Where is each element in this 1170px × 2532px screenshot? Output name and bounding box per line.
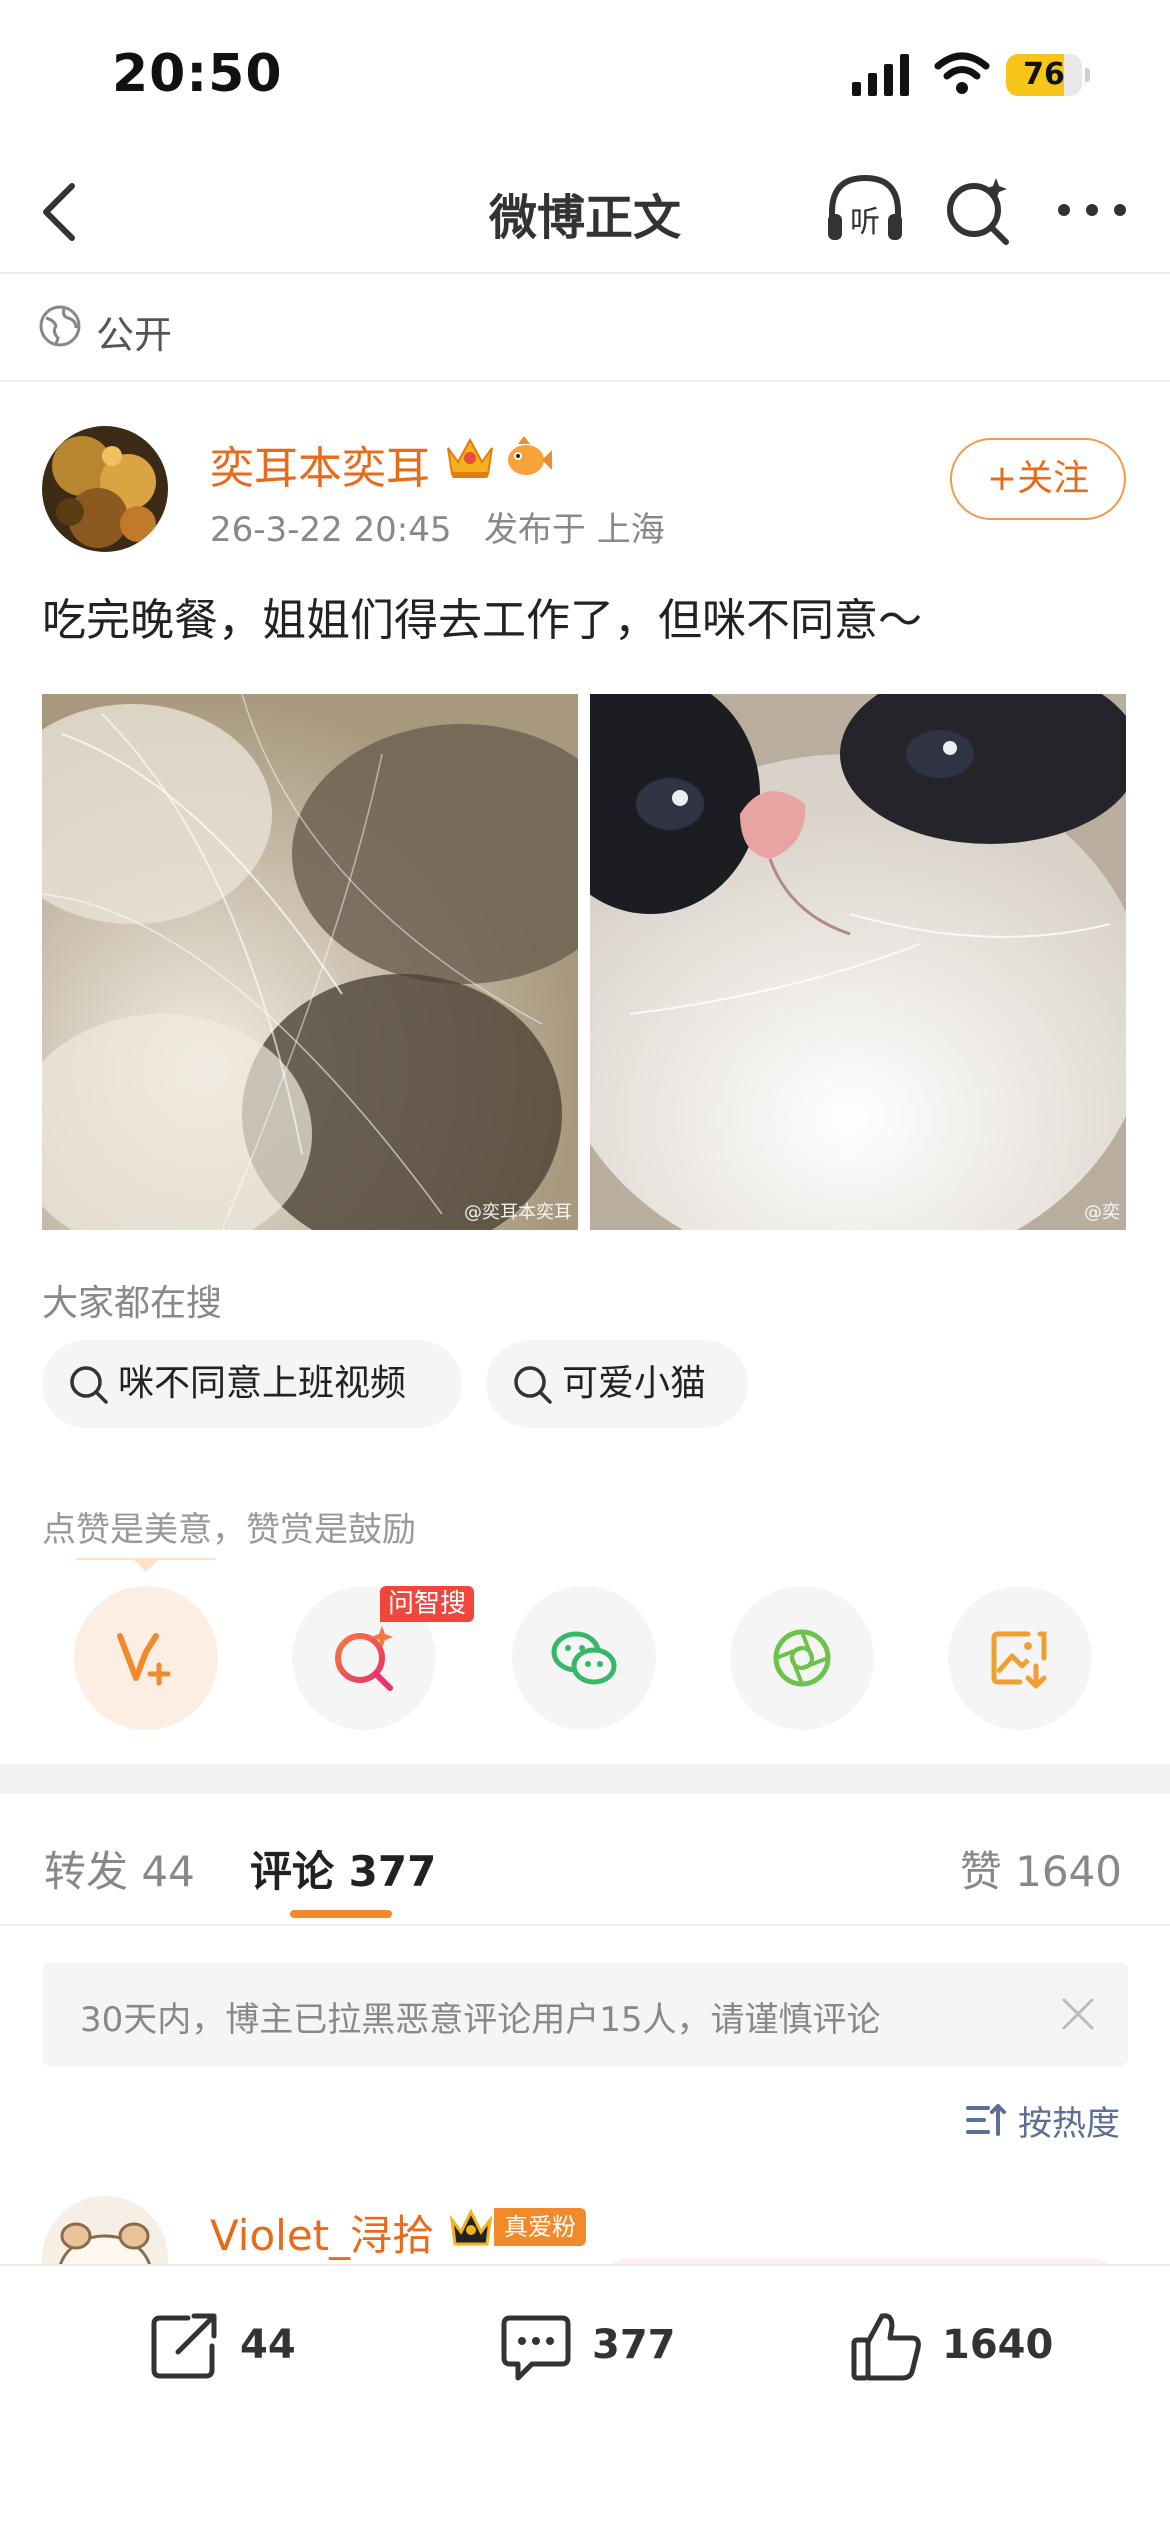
status-time: 20:50	[112, 44, 283, 104]
post-meta: 26-3-22 20:45 发布于 上海	[210, 502, 665, 551]
sort-label: 按热度	[1018, 2104, 1120, 2144]
visibility-row: 公开	[0, 274, 1170, 382]
page-title: 微博正文	[488, 190, 681, 246]
sort-icon	[966, 2104, 1006, 2136]
follow-button[interactable]: +关注	[950, 438, 1126, 520]
save-image-button[interactable]	[948, 1586, 1092, 1730]
author-name[interactable]: 奕耳本奕耳	[210, 432, 430, 496]
reward-icon	[117, 1633, 171, 1686]
fish-badge-icon	[508, 436, 552, 475]
comment-icon	[501, 2315, 571, 2381]
search-icon[interactable]	[942, 172, 1014, 248]
repost-count: 44	[240, 2322, 296, 2368]
comment-username[interactable]: Violet_浔拾	[210, 2202, 434, 2263]
battery-level: 76	[1023, 57, 1065, 92]
support-text: 点赞是美意，赞赏是鼓励	[42, 1510, 416, 1550]
post-text: 吃完晚餐，姐姐们得去工作了，但咪不同意～	[42, 595, 922, 646]
thumbs-up-icon	[851, 2313, 921, 2381]
trending-chip-label: 咪不同意上班视频	[118, 1363, 407, 1404]
visibility-label: 公开	[96, 313, 173, 357]
tab-comments[interactable]: 评论 377	[250, 1838, 436, 1899]
trending-chip[interactable]: 咪不同意上班视频	[42, 1340, 462, 1428]
wechat-icon	[551, 1631, 617, 1685]
image-watermark: @奕耳本奕耳	[464, 1202, 572, 1223]
battery-indicator: 76	[1006, 54, 1090, 96]
support-pointer	[132, 1558, 160, 1572]
status-bar: 20:50 76	[0, 0, 1170, 150]
image-watermark: @奕	[1084, 1202, 1120, 1223]
post-image-1[interactable]: @奕耳本奕耳	[42, 694, 578, 1230]
ai-search-badge: 问智搜	[380, 1586, 475, 1622]
listen-headphones-icon[interactable]: 听	[822, 170, 908, 250]
like-button[interactable]: 1640	[846, 2306, 1086, 2386]
crown-badge-icon	[447, 437, 493, 478]
repost-icon	[151, 2313, 217, 2379]
moments-share-button[interactable]	[730, 1586, 874, 1730]
fan-badge: 真爱粉	[494, 2208, 586, 2246]
sort-toggle[interactable]: 按热度	[966, 2096, 1126, 2144]
wechat-share-button[interactable]	[512, 1586, 656, 1730]
tab-reposts[interactable]: 转发 44	[44, 1838, 195, 1899]
interaction-tabs: 转发 44 评论 377 赞 1640	[0, 1794, 1170, 1926]
post-image-2[interactable]: @奕	[590, 694, 1126, 1230]
section-divider	[0, 1764, 1170, 1794]
repost-button[interactable]: 44	[144, 2306, 344, 2386]
back-arrow-icon[interactable]	[30, 172, 90, 252]
post-time: 26-3-22 20:45	[210, 510, 452, 550]
post-location: 发布于 上海	[483, 510, 665, 550]
battery-cap	[1085, 68, 1090, 82]
comment-count: 377	[592, 2322, 676, 2368]
like-count: 1640	[942, 2322, 1054, 2368]
comment-notice-banner: 30天内，博主已拉黑恶意评论用户15人，请谨慎评论	[42, 1962, 1128, 2066]
reward-button[interactable]	[74, 1586, 218, 1730]
trending-title: 大家都在搜	[42, 1283, 223, 1324]
moments-icon	[773, 1629, 831, 1687]
search-icon	[70, 1366, 108, 1404]
search-icon	[514, 1366, 552, 1404]
save-image-icon	[991, 1631, 1047, 1689]
tab-likes[interactable]: 赞 1640	[960, 1838, 1122, 1899]
crown-badge-icon	[449, 2208, 493, 2246]
listen-label: 听	[850, 205, 880, 240]
ai-search-icon	[335, 1626, 393, 1691]
more-options-icon[interactable]	[1054, 172, 1130, 248]
wifi-icon	[934, 52, 990, 94]
nav-bar: 微博正文 听	[0, 150, 1170, 274]
bottom-action-bar: 44 377 1640	[0, 2264, 1170, 2532]
close-icon[interactable]	[1058, 1994, 1098, 2034]
globe-icon	[39, 305, 81, 347]
comment-button[interactable]: 377	[496, 2306, 716, 2386]
cellular-signal-icon	[852, 54, 909, 96]
trending-chip-label: 可爱小猫	[562, 1363, 707, 1404]
active-tab-indicator	[290, 1910, 392, 1918]
trending-chip[interactable]: 可爱小猫	[486, 1340, 748, 1428]
author-avatar[interactable]	[42, 426, 168, 552]
notice-text: 30天内，博主已拉黑恶意评论用户15人，请谨慎评论	[80, 2000, 881, 2040]
